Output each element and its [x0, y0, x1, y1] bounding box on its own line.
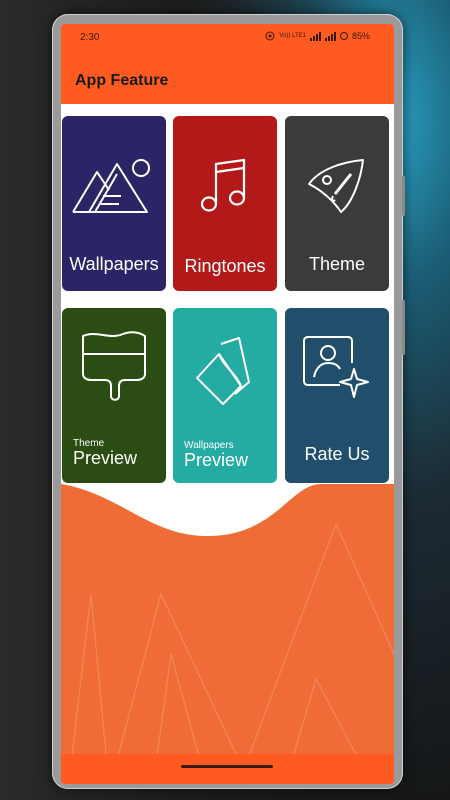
wallpapers-card[interactable]: Wallpapers	[62, 116, 166, 291]
signal-icon	[309, 31, 321, 41]
network-label: Vo)) LTE1	[279, 33, 306, 39]
volume-button	[402, 176, 405, 216]
signal-icon	[324, 31, 336, 41]
status-time: 2:30	[80, 32, 100, 43]
user-star-icon	[285, 314, 389, 424]
feature-label: Wallpapers	[69, 254, 159, 274]
page-title: App Feature	[75, 72, 169, 89]
ringtones-card[interactable]: Ringtones	[173, 116, 277, 291]
status-icons: Vo)) LTE1 85%	[265, 31, 370, 41]
music-note-icon	[173, 130, 277, 240]
paint-bucket-icon	[62, 310, 166, 420]
phone-screen: 2:30 Vo)) LTE1 85% App Feature Wallpaper…	[61, 24, 394, 784]
wallpaper-cards-icon	[173, 316, 277, 426]
theme-preview-card[interactable]: Theme Preview	[62, 308, 166, 483]
hotspot-icon	[265, 31, 275, 41]
battery-icon	[339, 32, 348, 40]
feature-label: Rate Us	[304, 444, 370, 464]
home-indicator[interactable]	[181, 765, 273, 768]
navigation-bar	[61, 754, 394, 784]
theme-card[interactable]: Theme	[285, 116, 389, 291]
feature-label: Preview	[73, 448, 138, 468]
feature-label: Preview	[184, 450, 249, 470]
status-bar: 2:30 Vo)) LTE1 85%	[61, 24, 394, 50]
wallpapers-preview-card[interactable]: Wallpapers Preview	[173, 308, 277, 483]
mountains-icon	[62, 130, 166, 240]
rate-us-card[interactable]: Rate Us	[285, 308, 389, 483]
feature-label: Ringtones	[184, 256, 266, 276]
paint-palette-icon	[285, 130, 389, 240]
app-bar: 2:30 Vo)) LTE1 85% App Feature	[61, 24, 394, 104]
power-button	[402, 300, 405, 355]
battery-percent: 85%	[351, 31, 370, 41]
feature-label: Theme	[308, 254, 366, 274]
bottom-decoration	[61, 484, 394, 784]
